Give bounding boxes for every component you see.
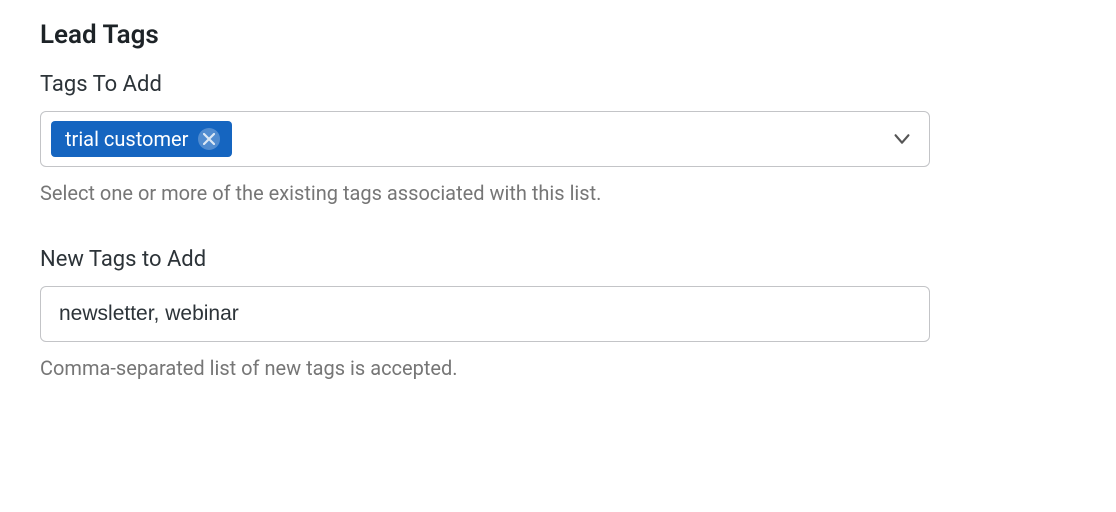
tags-to-add-helper: Select one or more of the existing tags … xyxy=(40,181,1076,205)
tag-chip: trial customer xyxy=(51,121,232,157)
tags-to-add-select[interactable]: trial customer xyxy=(40,111,930,167)
new-tags-label: New Tags to Add xyxy=(40,247,1076,272)
section-title: Lead Tags xyxy=(40,20,1076,50)
new-tags-helper: Comma-separated list of new tags is acce… xyxy=(40,356,1076,380)
tags-to-add-label: Tags To Add xyxy=(40,72,1076,97)
tag-chip-label: trial customer xyxy=(65,127,188,151)
close-icon[interactable] xyxy=(198,128,220,150)
chevron-down-icon[interactable] xyxy=(891,128,919,150)
new-tags-input[interactable] xyxy=(40,286,930,342)
